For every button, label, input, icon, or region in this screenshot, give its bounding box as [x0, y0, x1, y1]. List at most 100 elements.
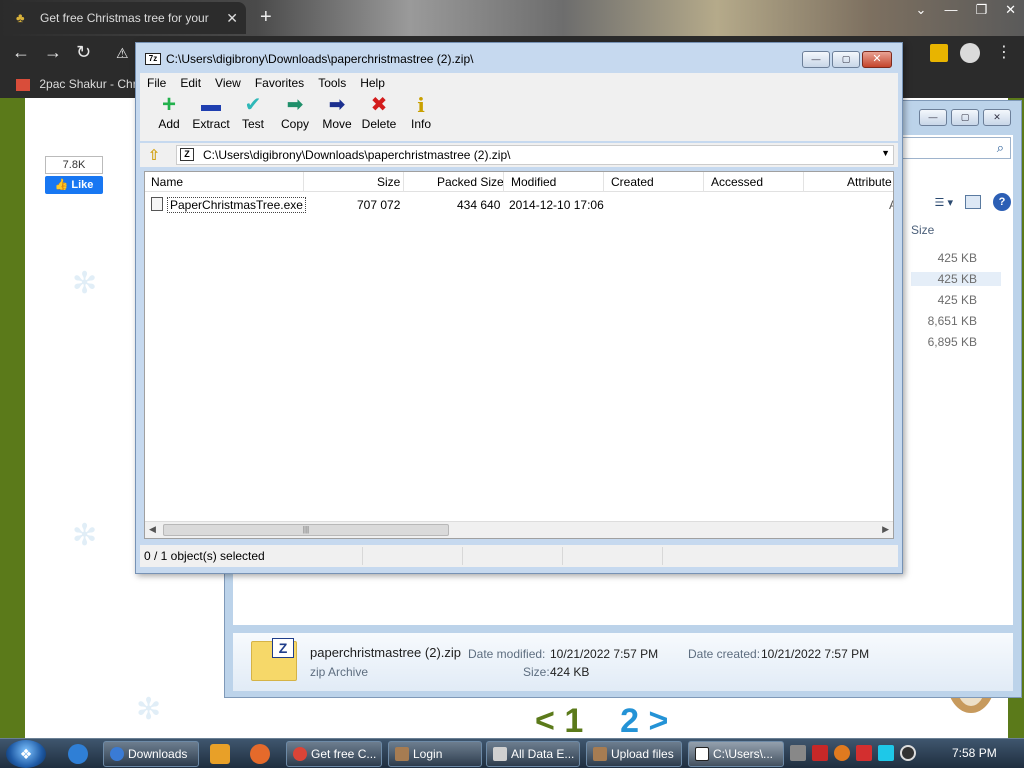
maximize-button[interactable]: ▢ — [951, 109, 979, 126]
search-icon[interactable] — [834, 745, 850, 761]
file-attributes: A — [889, 198, 893, 212]
chevron-down-icon[interactable]: ⌄ — [916, 2, 927, 18]
reload-icon[interactable]: ↻ — [76, 42, 91, 63]
help-icon[interactable]: ? — [993, 193, 1011, 211]
page-2-link[interactable]: 2 — [620, 702, 639, 740]
column-attributes[interactable]: Attribute — [847, 175, 892, 189]
horizontal-scrollbar[interactable]: ◀ ||| ▶ — [145, 521, 893, 538]
add-button[interactable]: + Add — [148, 93, 190, 139]
extension-icon[interactable] — [930, 44, 948, 62]
size-column-header[interactable]: Size — [911, 223, 934, 237]
app-icon[interactable] — [250, 744, 270, 764]
plus-icon: + — [161, 91, 176, 118]
taskbar-7zip-task[interactable]: C:\Users\... — [688, 741, 784, 767]
minus-icon: ▬ — [201, 94, 221, 116]
menu-favorites[interactable]: Favorites — [248, 73, 311, 93]
new-tab-button[interactable]: + — [260, 6, 272, 29]
delete-label: Delete — [361, 117, 397, 131]
window-title: C:\Users\digibrony\Downloads\paperchrist… — [166, 52, 474, 66]
menu-file[interactable]: File — [140, 73, 173, 93]
taskbar-upload-task[interactable]: Upload files — [586, 741, 682, 767]
window-icon — [493, 747, 507, 761]
maximize-button[interactable]: ▢ — [832, 51, 860, 68]
scroll-left-icon[interactable]: ◀ — [149, 524, 156, 535]
tab-title: Get free Christmas tree for your — [40, 11, 209, 25]
explorer-window-controls: — ▢ ✕ — [919, 109, 1011, 126]
column-size[interactable]: Size — [377, 175, 400, 189]
preview-pane-icon[interactable] — [965, 195, 981, 209]
menu-tools[interactable]: Tools — [311, 73, 353, 93]
taskbar-downloads[interactable]: Downloads — [103, 741, 199, 767]
taskbar-data-task[interactable]: All Data E... — [486, 741, 580, 767]
view-options-icon[interactable]: ☰ ▾ — [935, 196, 953, 209]
path-combobox[interactable]: C:\Users\digibrony\Downloads\paperchrist… — [176, 145, 894, 165]
minimize-button[interactable]: — — [802, 51, 830, 68]
back-arrow-icon[interactable]: ← — [12, 42, 30, 63]
test-label: Test — [241, 117, 264, 131]
volume-icon[interactable] — [900, 745, 916, 761]
clock[interactable]: 7:58 PM — [952, 746, 997, 760]
media-player-icon[interactable] — [210, 744, 230, 764]
scroll-right-icon[interactable]: ▶ — [882, 524, 889, 535]
start-button[interactable]: ❖ — [6, 740, 46, 768]
warning-icon[interactable]: ⚠ — [116, 45, 129, 62]
column-modified[interactable]: Modified — [511, 175, 556, 189]
column-packed-size[interactable]: Packed Size — [437, 175, 504, 189]
search-icon[interactable]: ⌕ — [891, 137, 1011, 159]
copy-button[interactable]: ➡ Copy — [274, 93, 316, 139]
ie-icon[interactable] — [68, 744, 88, 764]
file-size-cell: 8,651 KB — [927, 314, 977, 328]
bookmark-item[interactable]: 2pac Shakur - Chro — [16, 77, 143, 91]
close-icon[interactable]: ✕ — [1005, 2, 1016, 18]
table-row[interactable]: PaperChristmasTree.exe 707 072 434 640 2… — [145, 196, 893, 214]
menu-view[interactable]: View — [208, 73, 248, 93]
date-modified-label: Date modified: — [468, 647, 546, 661]
browser-tab[interactable]: ♣ Get free Christmas tree for your ✕ — [8, 2, 246, 34]
move-button[interactable]: ➡ Move — [316, 93, 358, 139]
facebook-like-widget[interactable]: 7.8K 👍 Like — [45, 156, 103, 194]
extract-button[interactable]: ▬ Extract — [190, 93, 232, 139]
extract-label: Extract — [192, 117, 230, 131]
page-1-link[interactable]: 1 — [564, 702, 583, 740]
chrome-icon — [293, 747, 307, 761]
7zip-window: 7z C:\Users\digibrony\Downloads\paperchr… — [135, 42, 903, 574]
tray-app-icon[interactable] — [790, 745, 806, 761]
size-label: Size: — [523, 665, 550, 679]
exe-file-icon — [151, 197, 163, 211]
file-size-cell: 425 KB — [937, 293, 977, 307]
column-created[interactable]: Created — [611, 175, 654, 189]
folder-up-icon[interactable]: ⇧ — [144, 146, 164, 164]
scrollbar-thumb[interactable]: ||| — [163, 524, 449, 536]
next-page-link[interactable]: > — [649, 702, 669, 740]
prev-page-link[interactable]: < — [535, 702, 555, 740]
close-button[interactable]: ✕ — [862, 51, 892, 68]
column-accessed[interactable]: Accessed — [711, 175, 763, 189]
7zip-titlebar[interactable]: 7z C:\Users\digibrony\Downloads\paperchr… — [136, 43, 902, 73]
details-file-type: zip Archive — [310, 665, 369, 679]
minimize-button[interactable]: — — [919, 109, 947, 126]
taskbar-chrome-task[interactable]: Get free C... — [286, 741, 382, 767]
tray-app-icon[interactable] — [812, 745, 828, 761]
network-icon[interactable] — [878, 745, 894, 761]
forward-arrow-icon[interactable]: → — [44, 42, 62, 63]
tab-close-icon[interactable]: ✕ — [226, 10, 238, 27]
like-button[interactable]: 👍 Like — [45, 176, 103, 194]
column-name[interactable]: Name — [151, 175, 183, 189]
restore-icon[interactable]: ❐ — [975, 2, 987, 18]
flag-icon[interactable] — [856, 745, 872, 761]
info-button[interactable]: i Info — [400, 93, 442, 139]
chevron-down-icon[interactable]: ▼ — [881, 148, 890, 158]
like-label: Like — [71, 179, 94, 191]
profile-avatar-icon[interactable] — [960, 43, 980, 63]
minimize-icon[interactable]: — — [944, 2, 957, 18]
delete-button[interactable]: ✖ Delete — [358, 93, 400, 139]
test-button[interactable]: ✔ Test — [232, 93, 274, 139]
task-label: C:\Users\... — [713, 747, 774, 761]
close-button[interactable]: ✕ — [983, 109, 1011, 126]
menu-help[interactable]: Help — [353, 73, 392, 93]
app-icon — [395, 747, 409, 761]
taskbar-login-task[interactable]: Login — [388, 741, 482, 767]
snowflake-icon: ✻ — [136, 693, 162, 726]
menu-dots-icon[interactable]: ⋮ — [996, 42, 1012, 62]
menu-edit[interactable]: Edit — [173, 73, 208, 93]
